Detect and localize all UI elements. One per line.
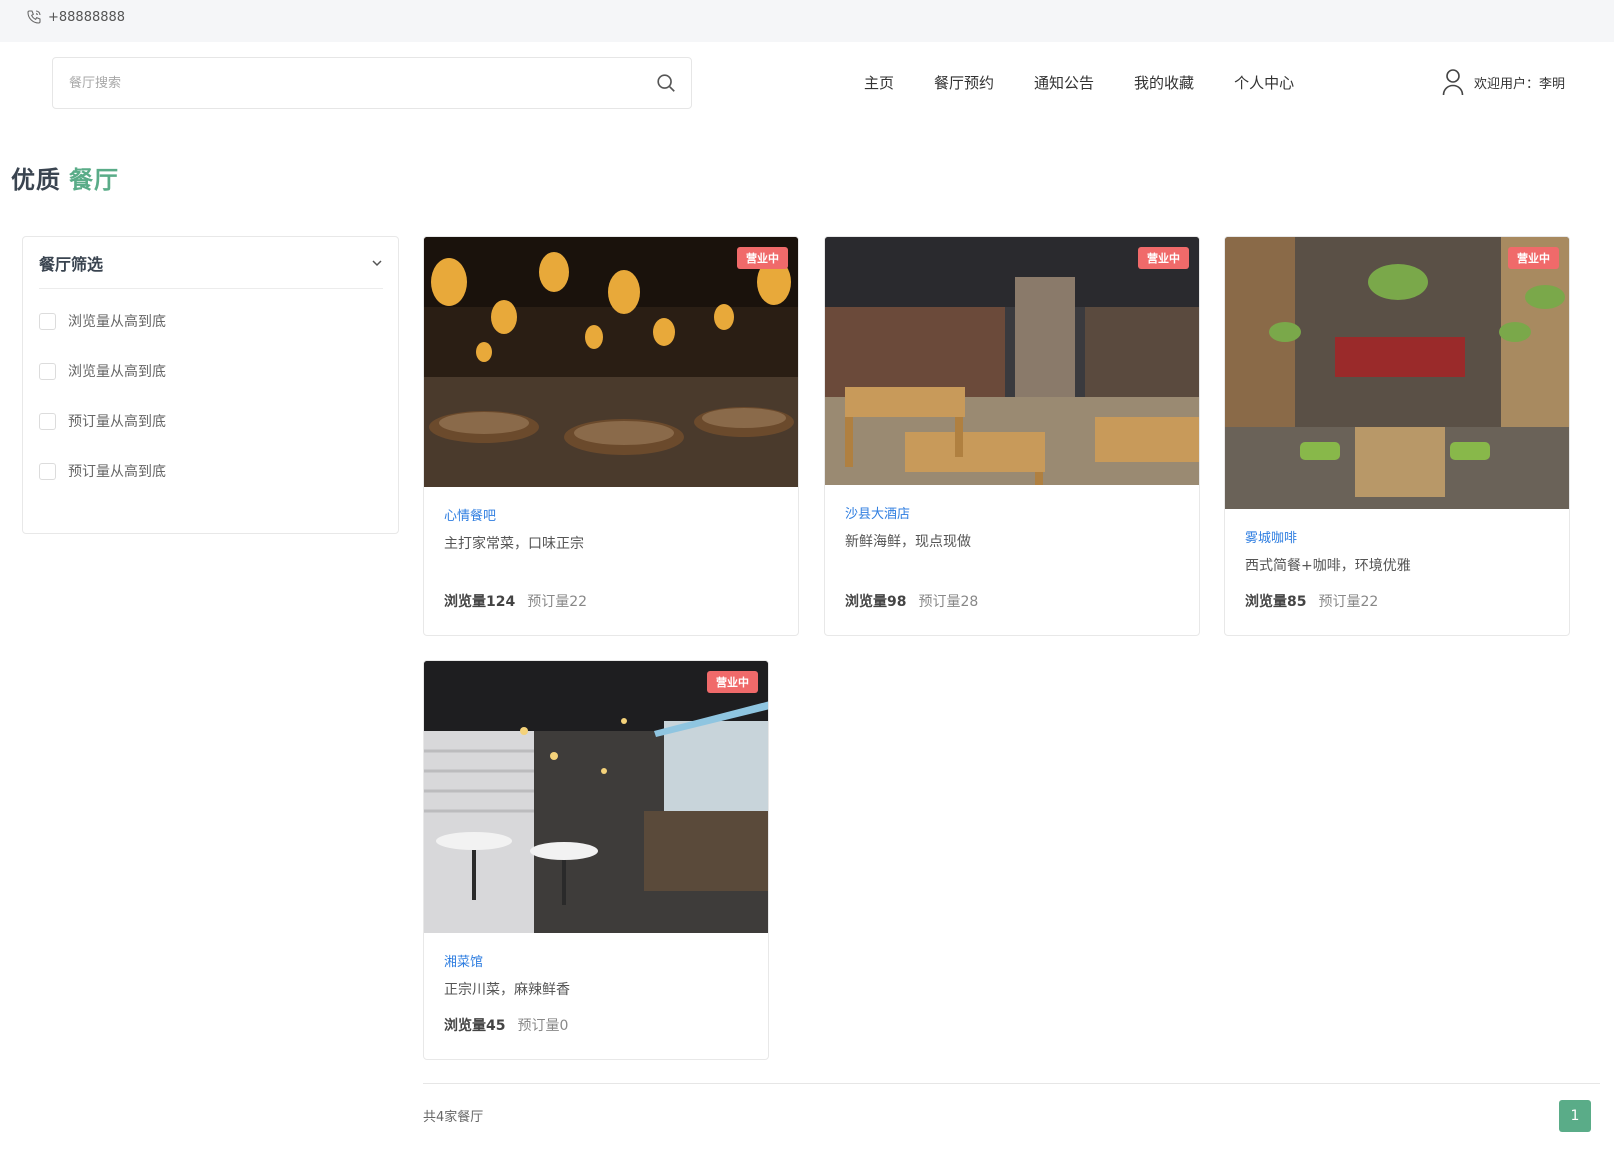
filter-header[interactable]: 餐厅筛选 [39, 237, 383, 289]
restaurant-name[interactable]: 沙县大酒店 [845, 503, 910, 522]
checkbox[interactable] [39, 462, 56, 480]
user-icon [1442, 69, 1464, 96]
nav-announcements[interactable]: 通知公告 [1034, 71, 1094, 95]
nav-favorites[interactable]: 我的收藏 [1134, 71, 1194, 95]
restaurant-stats: 浏览量45 预订量0 [444, 1015, 568, 1035]
welcome-text: 欢迎用户：李明 [1474, 76, 1566, 92]
filter-panel: 餐厅筛选 浏览量从高到底 浏览量从高到底 预订量从高到底 预订量从高到底 [22, 236, 399, 534]
restaurant-name[interactable]: 湘菜馆 [444, 951, 483, 970]
view-count: 浏览量124 [444, 594, 516, 610]
search-box [52, 57, 692, 109]
restaurant-image[interactable] [825, 237, 1199, 485]
filter-option[interactable]: 预订量从高到底 [39, 411, 166, 431]
filter-option[interactable]: 浏览量从高到底 [39, 311, 166, 331]
filter-option[interactable]: 预订量从高到底 [39, 461, 166, 481]
nav-profile[interactable]: 个人中心 [1234, 71, 1294, 95]
search-icon[interactable] [655, 72, 677, 94]
view-count: 浏览量85 [1245, 594, 1307, 610]
page-title: 优质 餐厅 [11, 160, 119, 195]
filter-title: 餐厅筛选 [39, 254, 104, 274]
chevron-down-icon [372, 259, 382, 266]
status-badge: 营业中 [707, 671, 758, 693]
user-info[interactable]: 欢迎用户：李明 [1442, 68, 1565, 96]
view-count: 浏览量45 [444, 1018, 506, 1034]
order-count: 预订量28 [918, 594, 979, 610]
status-badge: 营业中 [1138, 247, 1189, 269]
restaurant-card[interactable]: 营业中 心情餐吧 主打家常菜，口味正宗 浏览量124 预订量22 [423, 236, 799, 636]
status-badge: 营业中 [737, 247, 788, 269]
phone-number: +88888888 [48, 9, 126, 25]
divider [423, 1083, 1600, 1084]
order-count: 预订量22 [527, 594, 588, 610]
status-badge: 营业中 [1508, 247, 1559, 269]
filter-option-label: 预订量从高到底 [68, 464, 166, 480]
filter-option-label: 浏览量从高到底 [68, 314, 166, 330]
main-nav: 主页 餐厅预约 通知公告 我的收藏 个人中心 [864, 71, 1294, 95]
title-accent: 餐厅 [69, 166, 119, 194]
filter-option-label: 浏览量从高到底 [68, 364, 166, 380]
total-count: 共4家餐厅 [423, 1110, 484, 1125]
restaurant-card[interactable]: 营业中 沙县大酒店 新鲜海鲜，现点现做 浏览量98 预订量28 [824, 236, 1200, 636]
phone-contact: +88888888 [26, 9, 125, 25]
checkbox[interactable] [39, 312, 56, 330]
checkbox[interactable] [39, 362, 56, 380]
restaurant-desc: 正宗川菜，麻辣鲜香 [444, 982, 570, 998]
restaurant-card[interactable]: 营业中 雾城咖啡 西式简餐+咖啡，环境优雅 浏览量85 预订量22 [1224, 236, 1570, 636]
view-count: 浏览量98 [845, 594, 907, 610]
restaurant-image[interactable] [1225, 237, 1569, 509]
order-count: 预订量0 [517, 1018, 569, 1034]
order-count: 预订量22 [1318, 594, 1379, 610]
restaurant-stats: 浏览量85 预订量22 [1245, 591, 1378, 611]
restaurant-image[interactable] [424, 661, 768, 933]
checkbox[interactable] [39, 412, 56, 430]
phone-icon [27, 10, 41, 24]
restaurant-image[interactable] [424, 237, 798, 487]
restaurant-stats: 浏览量98 预订量28 [845, 591, 978, 611]
restaurant-desc: 主打家常菜，口味正宗 [444, 536, 584, 552]
page-button[interactable]: 1 [1559, 1100, 1591, 1132]
restaurant-desc: 新鲜海鲜，现点现做 [845, 534, 971, 550]
filter-option-label: 预订量从高到底 [68, 414, 166, 430]
restaurant-desc: 西式简餐+咖啡，环境优雅 [1245, 558, 1411, 574]
restaurant-card[interactable]: 营业中 湘菜馆 正宗川菜，麻辣鲜香 浏览量45 预订量0 [423, 660, 769, 1060]
nav-reservation[interactable]: 餐厅预约 [934, 71, 994, 95]
filter-option[interactable]: 浏览量从高到底 [39, 361, 166, 381]
nav-home[interactable]: 主页 [864, 71, 894, 95]
restaurant-stats: 浏览量124 预订量22 [444, 591, 587, 611]
search-input[interactable] [53, 58, 633, 108]
title-main: 优质 [11, 166, 61, 194]
top-bar: +88888888 [0, 0, 1614, 42]
restaurant-name[interactable]: 雾城咖啡 [1245, 527, 1297, 546]
restaurant-name[interactable]: 心情餐吧 [444, 505, 496, 524]
